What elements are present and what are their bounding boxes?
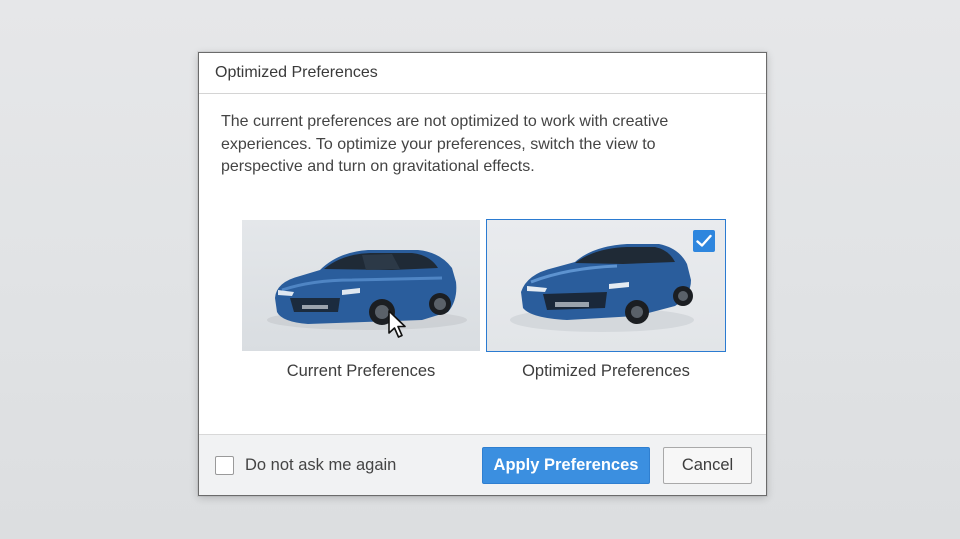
dialog-message: The current preferences are not optimize… — [221, 113, 669, 175]
current-preferences-option[interactable] — [241, 219, 481, 352]
optimized-preferences-label: Optimized Preferences — [522, 362, 690, 380]
car-image — [510, 244, 694, 332]
optimized-preferences-thumbnail — [487, 220, 725, 351]
apply-preferences-button[interactable]: Apply Preferences — [482, 447, 650, 484]
checkmark-icon — [696, 234, 712, 247]
do-not-ask-checkbox[interactable] — [215, 456, 234, 475]
dialog-footer: Do not ask me again Apply Preferences Ca… — [199, 434, 766, 495]
cancel-button[interactable]: Cancel — [663, 447, 752, 484]
mouse-cursor-icon — [388, 310, 406, 338]
do-not-ask-label[interactable]: Do not ask me again — [245, 456, 396, 475]
optimized-preferences-dialog: Optimized Preferences The current prefer… — [198, 52, 767, 496]
dialog-titlebar: Optimized Preferences — [199, 53, 766, 94]
optimized-preferences-option[interactable] — [486, 219, 726, 352]
current-preferences-label: Current Preferences — [286, 362, 436, 380]
car-image — [267, 250, 467, 330]
dialog-title: Optimized Preferences — [215, 64, 378, 81]
selected-checkbox[interactable] — [693, 230, 715, 252]
current-preferences-thumbnail — [242, 220, 480, 351]
